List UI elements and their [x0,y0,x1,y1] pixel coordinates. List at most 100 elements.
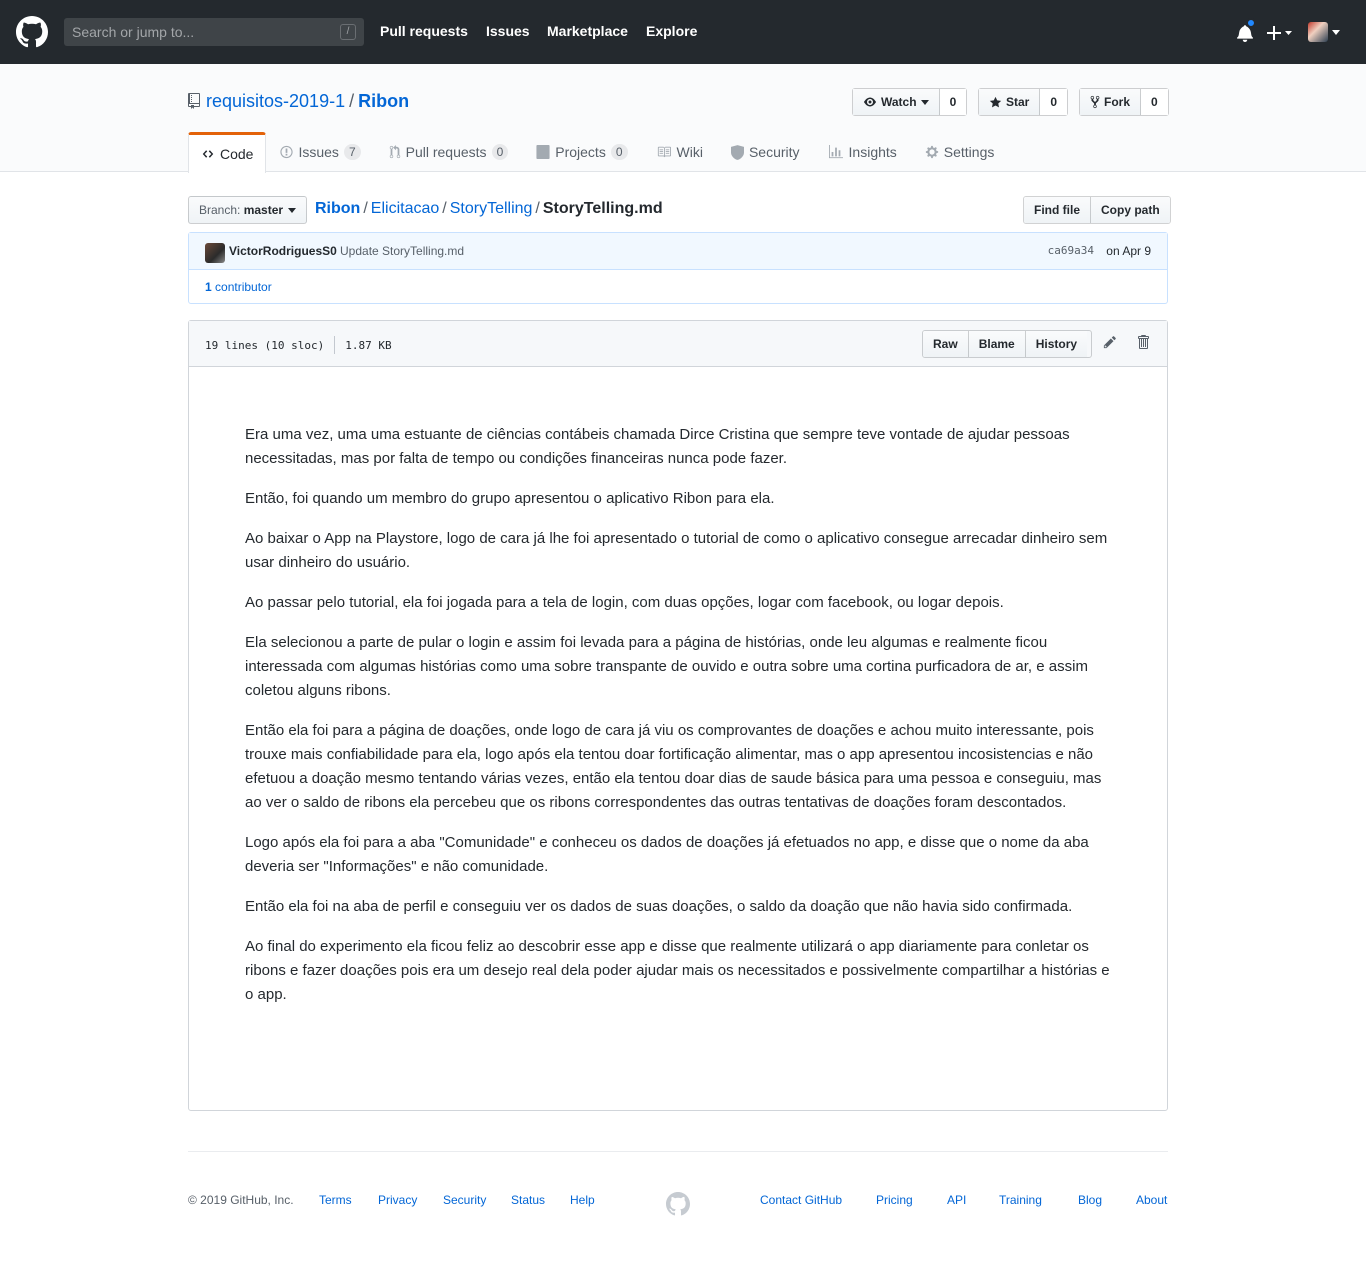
footer-link-training[interactable]: Training [999,1193,1042,1207]
paragraph: Ao passar pelo tutorial, ela foi jogada … [245,594,1004,611]
branch-select-button[interactable]: Branch: master [188,196,307,224]
star-icon [989,96,1002,107]
nav-issues[interactable]: Issues [486,23,530,39]
star-count[interactable]: 0 [1040,89,1068,115]
issue-opened-icon [280,145,294,159]
copy-path-button[interactable]: Copy path [1090,197,1170,223]
breadcrumb-elicitacao-link[interactable]: Elicitacao [371,200,439,217]
file-size: 1.87 KB [345,338,392,352]
nav-marketplace[interactable]: Marketplace [547,23,628,39]
tab-projects[interactable]: Projects 0 [522,132,641,172]
watch-button[interactable]: Watch [853,89,940,115]
notification-dot [1246,18,1256,28]
book-icon [657,146,671,158]
contributors-count: 1 [205,280,212,294]
shield-icon [730,144,744,160]
footer-link-security[interactable]: Security [443,1193,486,1207]
graph-icon [828,145,843,159]
file-info: 19 lines (10 sloc) 1.87 KB [205,336,392,354]
paragraph: Ao final do experimento ela ficou feliz … [245,938,1110,1003]
commit-author-link[interactable]: VictorRodriguesS0 [229,244,337,258]
paragraph: Ela selecionou a parte de pular o login … [245,634,1088,699]
footer-link-pricing[interactable]: Pricing [876,1193,913,1207]
footer-link-about[interactable]: About [1136,1193,1167,1207]
nav-pull-requests[interactable]: Pull requests [380,23,468,39]
chevron-down-icon[interactable] [1332,30,1340,35]
commit-date: on Apr 9 [1106,244,1151,258]
star-button[interactable]: Star [979,89,1041,115]
chevron-down-icon [920,99,929,105]
breadcrumb-storytelling-link[interactable]: StoryTelling [450,200,533,217]
tab-insights[interactable]: Insights [814,132,911,172]
commit-message-link[interactable]: Update StoryTelling.md [340,244,464,258]
paragraph: Então ela foi na aba de perfil e consegu… [245,898,1073,915]
tab-settings[interactable]: Settings [911,132,1009,172]
plus-icon[interactable] [1267,26,1293,40]
global-header: Search or jump to... / Pull requests Iss… [0,0,1366,64]
github-mark-icon[interactable] [666,1192,690,1216]
watch-label: Watch [881,95,917,109]
fork-count[interactable]: 0 [1141,89,1168,115]
nav-explore[interactable]: Explore [646,23,697,39]
tab-projects-label: Projects [555,144,606,160]
watch-count[interactable]: 0 [939,89,967,115]
tab-pull-requests[interactable]: Pull requests 0 [375,132,523,172]
search-shortcut-hint: / [340,24,356,40]
star-label: Star [1006,95,1030,109]
avatar[interactable] [205,243,225,263]
watch-button-group: Watch 0 [852,88,968,116]
repo-header: requisitos-2019-1/Ribon Watch 0 Star 0 F… [0,64,1366,173]
tab-wiki[interactable]: Wiki [642,132,717,172]
trash-icon[interactable] [1137,334,1149,350]
tab-code-label: Code [220,146,254,162]
eye-icon [864,97,876,107]
file-line-count: 19 lines (10 sloc) [205,338,325,352]
tab-pull-requests-label: Pull requests [405,144,487,160]
branch-prefix: Branch: [199,203,241,217]
footer-copyright: © 2019 GitHub, Inc. [188,1193,294,1207]
tab-security[interactable]: Security [717,132,814,172]
tab-code[interactable]: Code [188,132,267,173]
file-nav-actions: Find file Copy path [1023,196,1171,224]
footer-link-blog[interactable]: Blog [1078,1193,1102,1207]
avatar[interactable] [1308,22,1328,42]
repo-name-link[interactable]: Ribon [358,91,409,111]
commit-tease-header: VictorRodriguesS0 Update StoryTelling.md… [189,233,1167,270]
chevron-down-icon [288,208,297,214]
github-logo-icon[interactable] [16,16,48,48]
commit-sha-link[interactable]: ca69a34 [1048,244,1094,257]
contributors-label: contributor [215,280,272,294]
breadcrumb-filename: StoryTelling.md [542,200,663,217]
footer-link-status[interactable]: Status [511,1193,545,1207]
blame-button[interactable]: Blame [967,331,1025,357]
footer-link-terms[interactable]: Terms [319,1193,352,1207]
footer-link-help[interactable]: Help [570,1193,595,1207]
fork-button[interactable]: Fork [1080,89,1142,115]
paragraph: Então ela foi para a página de doações, … [245,722,1102,811]
find-file-button[interactable]: Find file [1024,197,1090,223]
repo-icon [188,93,200,109]
pencil-icon[interactable] [1103,335,1117,349]
footer-link-privacy[interactable]: Privacy [378,1193,417,1207]
history-button[interactable]: History [1024,331,1088,357]
repo-owner-link[interactable]: requisitos-2019-1 [206,91,345,111]
search-input[interactable]: Search or jump to... / [64,18,364,46]
tab-settings-label: Settings [943,144,995,160]
raw-button[interactable]: Raw [923,331,968,357]
projects-counter: 0 [610,144,628,160]
code-icon [202,150,214,158]
pulls-counter: 0 [491,144,509,160]
git-pull-request-icon [389,145,400,159]
footer-divider [188,1151,1168,1152]
footer-link-api[interactable]: API [947,1193,966,1207]
breadcrumb-separator: / [363,200,368,217]
search-placeholder: Search or jump to... [72,24,195,40]
gear-icon [925,145,938,159]
commit-tease: VictorRodriguesS0 Update StoryTelling.md… [188,232,1168,304]
breadcrumb-root-link[interactable]: Ribon [315,200,360,217]
contributors-link[interactable]: 1 contributor [205,280,272,294]
tab-insights-label: Insights [848,144,897,160]
footer-link-contact[interactable]: Contact GitHub [760,1193,842,1207]
tab-issues[interactable]: Issues 7 [266,132,374,172]
star-button-group: Star 0 [978,88,1069,116]
